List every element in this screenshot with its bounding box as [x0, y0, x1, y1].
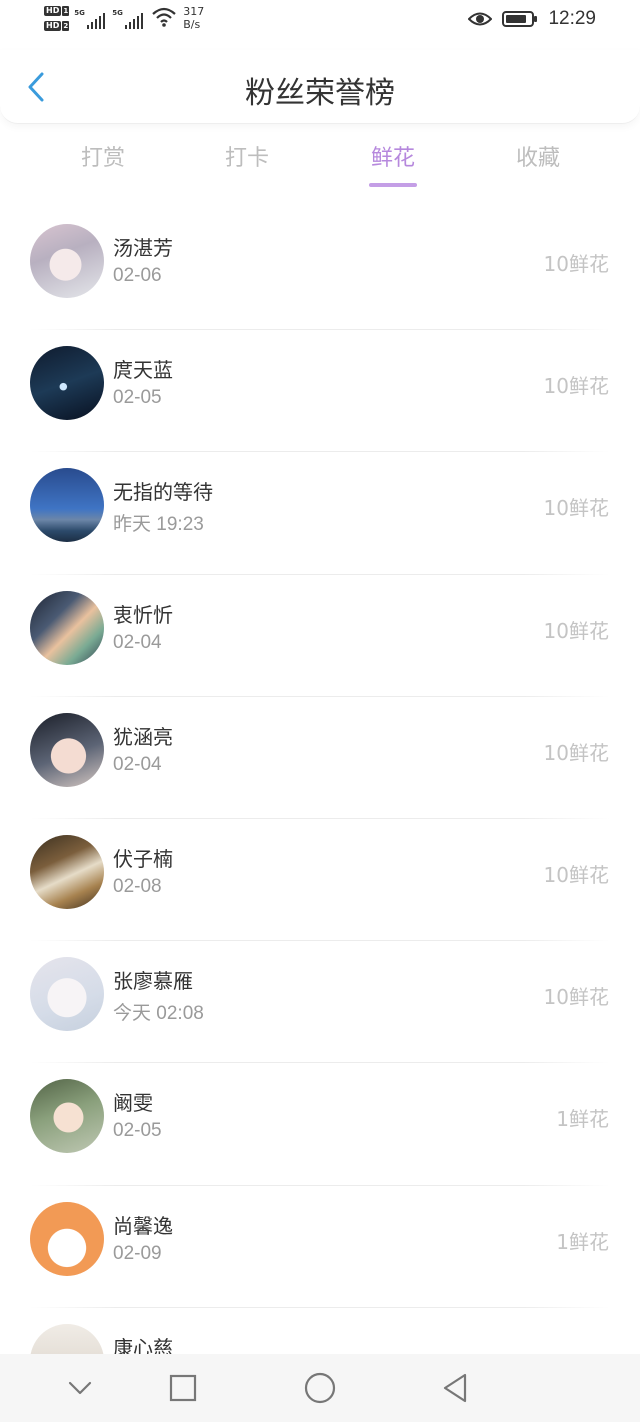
gift-date: 今天 02:08: [113, 1003, 204, 1025]
ranking-list: 汤湛芳 02-06 10鲜花 庹天蓝 02-05 10鲜花 无指的等待 昨天 1…: [0, 208, 640, 1422]
flower-amount: 10鲜花: [543, 496, 609, 521]
page-title: 粉丝荣誉榜: [245, 76, 395, 111]
tab-reward[interactable]: 打赏: [53, 140, 153, 172]
signal-1-icon: 5G: [74, 5, 106, 31]
sim2-badge: HD 2: [44, 20, 70, 31]
nav-hide-button[interactable]: [60, 1368, 100, 1408]
gift-date: 02-05: [113, 1120, 162, 1142]
list-item[interactable]: 衷忻忻 02-04 10鲜花: [0, 575, 640, 697]
app-header: 粉丝荣誉榜: [0, 50, 640, 124]
flower-amount: 10鲜花: [543, 252, 609, 276]
gift-date: 02-04: [113, 753, 162, 775]
gift-date: 02-04: [113, 631, 162, 653]
user-name: 阚雯: [113, 1091, 153, 1116]
list-item[interactable]: 无指的等待 昨天 19:23 10鲜花: [0, 452, 640, 575]
list-item[interactable]: 汤湛芳 02-06 10鲜花: [0, 208, 640, 331]
signal-2-icon: 5G: [112, 5, 144, 31]
flower-amount: 10鲜花: [543, 985, 609, 1010]
status-left: HD 1 HD 2 5G 5G 317 B/s: [44, 5, 204, 31]
user-name: 犹涵亮: [113, 724, 173, 749]
eye-icon: [468, 12, 493, 26]
sim2-number: 2: [62, 20, 70, 31]
status-bar: HD 1 HD 2 5G 5G 317 B/s 12:29: [0, 0, 640, 46]
avatar[interactable]: [30, 712, 104, 787]
list-item[interactable]: 阚雯 02-05 1鲜花: [0, 1063, 640, 1186]
list-item[interactable]: 庹天蓝 02-05 10鲜花: [0, 330, 640, 453]
hd-label: HD: [44, 20, 62, 31]
user-name: 张廖慕雁: [113, 969, 193, 994]
system-nav-bar: [0, 1354, 640, 1422]
gift-date: 02-05: [113, 387, 162, 409]
flower-amount: 10鲜花: [543, 618, 609, 643]
tab-checkin[interactable]: 打卡: [197, 140, 297, 172]
gift-date: 02-09: [113, 1242, 162, 1264]
user-name: 无指的等待: [113, 480, 213, 505]
list-item[interactable]: 张廖慕雁 今天 02:08 10鲜花: [0, 941, 640, 1064]
battery-icon: [502, 11, 538, 27]
avatar[interactable]: [30, 957, 104, 1032]
avatar[interactable]: [30, 468, 104, 543]
triangle-back-icon: [443, 1373, 467, 1403]
circle-icon: [304, 1372, 336, 1404]
tab-favorites[interactable]: 收藏: [488, 140, 588, 172]
network-speed: 317 B/s: [183, 5, 204, 31]
speed-value: 317: [183, 5, 205, 18]
square-icon: [169, 1374, 197, 1402]
flower-amount: 10鲜花: [543, 374, 609, 399]
avatar[interactable]: [30, 224, 104, 298]
speed-unit: B/s: [183, 18, 201, 31]
list-item[interactable]: 犹涵亮 02-04 10鲜花: [0, 697, 640, 819]
list-item[interactable]: 伏子楠 02-08 10鲜花: [0, 819, 640, 942]
gift-date: 昨天 19:23: [113, 514, 204, 536]
tab-flowers[interactable]: 鲜花: [343, 140, 443, 172]
status-right: 12:29: [468, 8, 596, 30]
user-name: 庹天蓝: [113, 358, 173, 383]
list-item[interactable]: 尚馨逸 02-09 1鲜花: [0, 1186, 640, 1308]
avatar[interactable]: [30, 834, 104, 909]
tab-bar: 打赏 打卡 鲜花 收藏: [0, 128, 640, 194]
sim-indicators: HD 1 HD 2: [44, 5, 70, 31]
hd-label: HD: [44, 5, 62, 16]
network-type-2: 5G: [112, 9, 123, 17]
sim1-number: 1: [62, 5, 70, 16]
clock: 12:29: [548, 8, 596, 29]
avatar[interactable]: [30, 590, 104, 665]
flower-amount: 1鲜花: [556, 1229, 609, 1254]
avatar[interactable]: [30, 1079, 104, 1154]
nav-recents-button[interactable]: [163, 1368, 203, 1408]
avatar[interactable]: [30, 346, 104, 421]
nav-home-button[interactable]: [300, 1368, 340, 1408]
gift-date: 02-06: [113, 265, 162, 286]
nav-back-button[interactable]: [435, 1368, 475, 1408]
tab-active-indicator: [369, 183, 417, 187]
flower-amount: 10鲜花: [543, 862, 609, 887]
user-name: 衷忻忻: [113, 602, 173, 627]
chevron-down-icon: [68, 1381, 92, 1395]
user-name: 尚馨逸: [113, 1213, 173, 1238]
gift-date: 02-08: [113, 875, 162, 897]
avatar[interactable]: [30, 1201, 104, 1276]
user-name: 汤湛芳: [113, 236, 173, 260]
network-type-1: 5G: [74, 9, 85, 17]
wifi-icon: [152, 7, 176, 27]
user-name: 伏子楠: [113, 846, 173, 871]
flower-amount: 10鲜花: [543, 740, 609, 765]
flower-amount: 1鲜花: [556, 1107, 609, 1132]
sim1-badge: HD 1: [44, 5, 70, 16]
